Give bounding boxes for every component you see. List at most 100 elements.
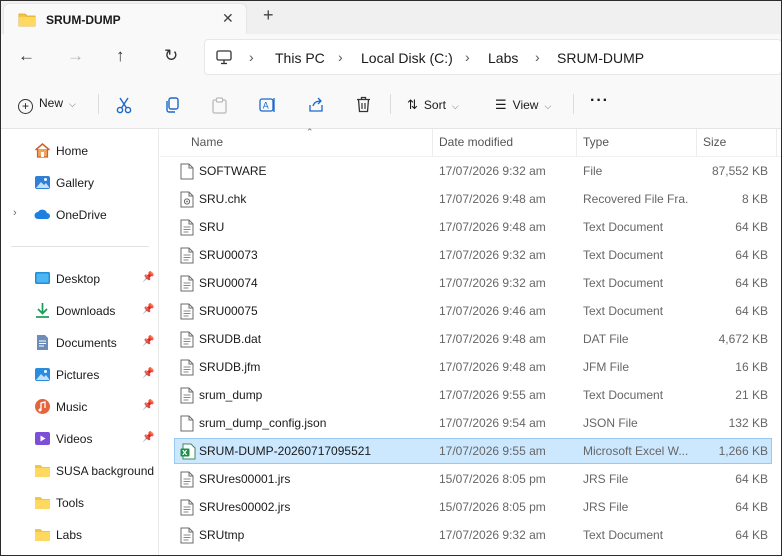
file-name: SRUres00002.jrs bbox=[199, 500, 291, 514]
breadcrumb-this-pc[interactable]: This PC bbox=[275, 50, 325, 66]
file-size: 64 KB bbox=[735, 472, 768, 486]
close-tab-icon[interactable]: ✕ bbox=[222, 10, 234, 27]
address-bar[interactable]: › This PC › Local Disk (C:) › Labs › SRU… bbox=[204, 39, 781, 75]
cut-icon[interactable] bbox=[116, 97, 132, 114]
column-separator[interactable] bbox=[776, 129, 777, 157]
refresh-icon[interactable]: ↻ bbox=[164, 46, 178, 66]
sidebar-item-videos[interactable]: Videos 📌 bbox=[1, 425, 159, 453]
file-name: SRU.chk bbox=[199, 192, 247, 206]
column-header-name[interactable]: Name bbox=[191, 135, 223, 149]
sidebar-item-label: Desktop bbox=[56, 272, 101, 286]
view-list-icon: ☰ bbox=[495, 97, 507, 112]
sidebar-item-susa-background[interactable]: SUSA background bbox=[1, 457, 159, 485]
copy-icon[interactable] bbox=[164, 97, 180, 113]
file-type: File bbox=[583, 164, 603, 178]
file-date-modified: 17/07/2026 9:46 am bbox=[439, 304, 546, 318]
sidebar-item-desktop[interactable]: Desktop 📌 bbox=[1, 265, 159, 293]
file-row[interactable]: SRUres00001.jrs 15/07/2026 8:05 pm JRS Fil… bbox=[174, 466, 772, 492]
sidebar-item-label: Tools bbox=[56, 496, 85, 510]
sidebar-item-labs[interactable]: Labs bbox=[1, 521, 159, 549]
toolbar-divider bbox=[390, 94, 391, 114]
sort-button[interactable]: ⇅ Sort ⌵ bbox=[407, 97, 459, 113]
file-row[interactable]: SRU00073 17/07/2026 9:32 am Text Document 6… bbox=[174, 242, 772, 268]
breadcrumb-local-disk[interactable]: Local Disk (C:) bbox=[361, 50, 453, 66]
file-type: Text Document bbox=[583, 248, 664, 262]
new-button[interactable]: + New ⌵ bbox=[18, 96, 76, 114]
column-separator[interactable] bbox=[696, 129, 697, 157]
new-tab-button[interactable]: + bbox=[263, 5, 274, 26]
breadcrumb-chevron-icon: › bbox=[338, 49, 343, 65]
file-row[interactable]: srum_dump 17/07/2026 9:55 am Text Document… bbox=[174, 382, 772, 408]
file-row[interactable]: SRU 17/07/2026 9:48 am Text Document 64 KB bbox=[174, 214, 772, 240]
file-row[interactable]: SOFTWARE 17/07/2026 9:32 am File 87,552 KB bbox=[174, 158, 772, 184]
file-name: SRUtmp bbox=[199, 528, 245, 542]
sidebar-item-pictures[interactable]: Pictures 📌 bbox=[1, 361, 159, 389]
file-date-modified: 15/07/2026 8:05 pm bbox=[439, 500, 546, 514]
view-button[interactable]: ☰ View ⌵ bbox=[495, 97, 551, 113]
column-header-date[interactable]: Date modified bbox=[439, 135, 513, 149]
breadcrumb-chevron-icon: › bbox=[465, 49, 470, 65]
file-row[interactable]: X SRUM-DUMP-20260717095521 17/07/2026 9:55… bbox=[174, 438, 772, 464]
cloud-icon bbox=[34, 209, 50, 219]
up-arrow-icon[interactable]: ↑ bbox=[116, 46, 125, 66]
pin-icon[interactable]: 📌 bbox=[142, 400, 154, 411]
forward-arrow-icon[interactable]: → bbox=[67, 46, 84, 66]
column-separator[interactable] bbox=[576, 129, 577, 157]
text-file-icon bbox=[180, 471, 194, 491]
more-options-button[interactable]: ··· bbox=[590, 92, 609, 110]
sidebar-item-home[interactable]: Home bbox=[1, 137, 159, 165]
sidebar-item-downloads[interactable]: Downloads 📌 bbox=[1, 297, 159, 325]
column-header-type[interactable]: Type bbox=[583, 135, 609, 149]
pin-icon[interactable]: 📌 bbox=[142, 336, 154, 347]
file-type: Text Document bbox=[583, 528, 664, 542]
navigation-pane: Home Gallery › OneDrive Desktop 📌 Downlo… bbox=[1, 129, 159, 555]
file-row[interactable]: SRU.chk 17/07/2026 9:48 am Recovered File … bbox=[174, 186, 772, 212]
file-explorer-window: SRUM-DUMP ✕ + ← → ↑ ↻ › This PC › Local … bbox=[0, 0, 782, 556]
delete-icon[interactable] bbox=[356, 96, 371, 113]
pin-icon[interactable]: 📌 bbox=[142, 432, 154, 443]
sidebar-item-onedrive[interactable]: › OneDrive bbox=[1, 201, 159, 229]
column-separator[interactable] bbox=[432, 129, 433, 157]
breadcrumb-labs[interactable]: Labs bbox=[488, 50, 518, 66]
text-file-icon bbox=[180, 275, 194, 295]
tab-srum-dump[interactable]: SRUM-DUMP ✕ bbox=[3, 3, 247, 34]
file-row[interactable]: srum_dump_config.json 17/07/2026 9:54 am J… bbox=[174, 410, 772, 436]
navigation-bar: ← → ↑ ↻ › This PC › Local Disk (C:) › La… bbox=[1, 34, 781, 80]
file-name: SRU00075 bbox=[199, 304, 258, 318]
svg-text:X: X bbox=[182, 449, 188, 457]
file-row[interactable]: SRUDB.jfm 17/07/2026 9:48 am JFM File 16 KB bbox=[174, 354, 772, 380]
breadcrumb-srum-dump[interactable]: SRUM-DUMP bbox=[557, 50, 644, 66]
sidebar-item-documents[interactable]: Documents 📌 bbox=[1, 329, 159, 357]
toolbar-divider bbox=[573, 94, 574, 114]
documents-icon bbox=[37, 335, 48, 350]
file-row[interactable]: SRU00074 17/07/2026 9:32 am Text Document 6… bbox=[174, 270, 772, 296]
column-header-size[interactable]: Size bbox=[703, 135, 726, 149]
sidebar-item-tools[interactable]: Tools bbox=[1, 489, 159, 517]
file-row[interactable]: SRUDB.dat 17/07/2026 9:48 am DAT File 4,672… bbox=[174, 326, 772, 352]
chevron-right-icon[interactable]: › bbox=[13, 207, 17, 219]
file-size: 87,552 KB bbox=[711, 164, 768, 178]
file-row[interactable]: SRUtmp 17/07/2026 9:32 am Text Document 64 … bbox=[174, 522, 772, 548]
rename-icon[interactable]: A bbox=[259, 97, 276, 113]
file-name: SRUDB.dat bbox=[199, 332, 262, 346]
pin-icon[interactable]: 📌 bbox=[142, 368, 154, 379]
file-row[interactable]: SRU00075 17/07/2026 9:46 am Text Document 6… bbox=[174, 298, 772, 324]
file-size: 64 KB bbox=[735, 276, 768, 290]
file-type: Text Document bbox=[583, 220, 664, 234]
home-icon bbox=[35, 143, 50, 158]
back-arrow-icon[interactable]: ← bbox=[18, 46, 35, 66]
file-size: 16 KB bbox=[735, 360, 768, 374]
svg-text:A: A bbox=[263, 102, 270, 112]
file-date-modified: 17/07/2026 9:55 am bbox=[439, 444, 546, 458]
sidebar-item-music[interactable]: Music 📌 bbox=[1, 393, 159, 421]
sidebar-item-label: Documents bbox=[56, 336, 117, 350]
plus-circle-icon: + bbox=[18, 99, 33, 114]
pin-icon[interactable]: 📌 bbox=[142, 304, 154, 315]
file-type: Text Document bbox=[583, 388, 664, 402]
file-name: SRUM-DUMP-20260717095521 bbox=[199, 444, 372, 458]
paste-icon[interactable] bbox=[212, 97, 227, 114]
share-icon[interactable] bbox=[308, 97, 324, 113]
pin-icon[interactable]: 📌 bbox=[142, 272, 154, 283]
file-row[interactable]: SRUres00002.jrs 15/07/2026 8:05 pm JRS Fil… bbox=[174, 494, 772, 520]
sidebar-item-gallery[interactable]: Gallery bbox=[1, 169, 159, 197]
